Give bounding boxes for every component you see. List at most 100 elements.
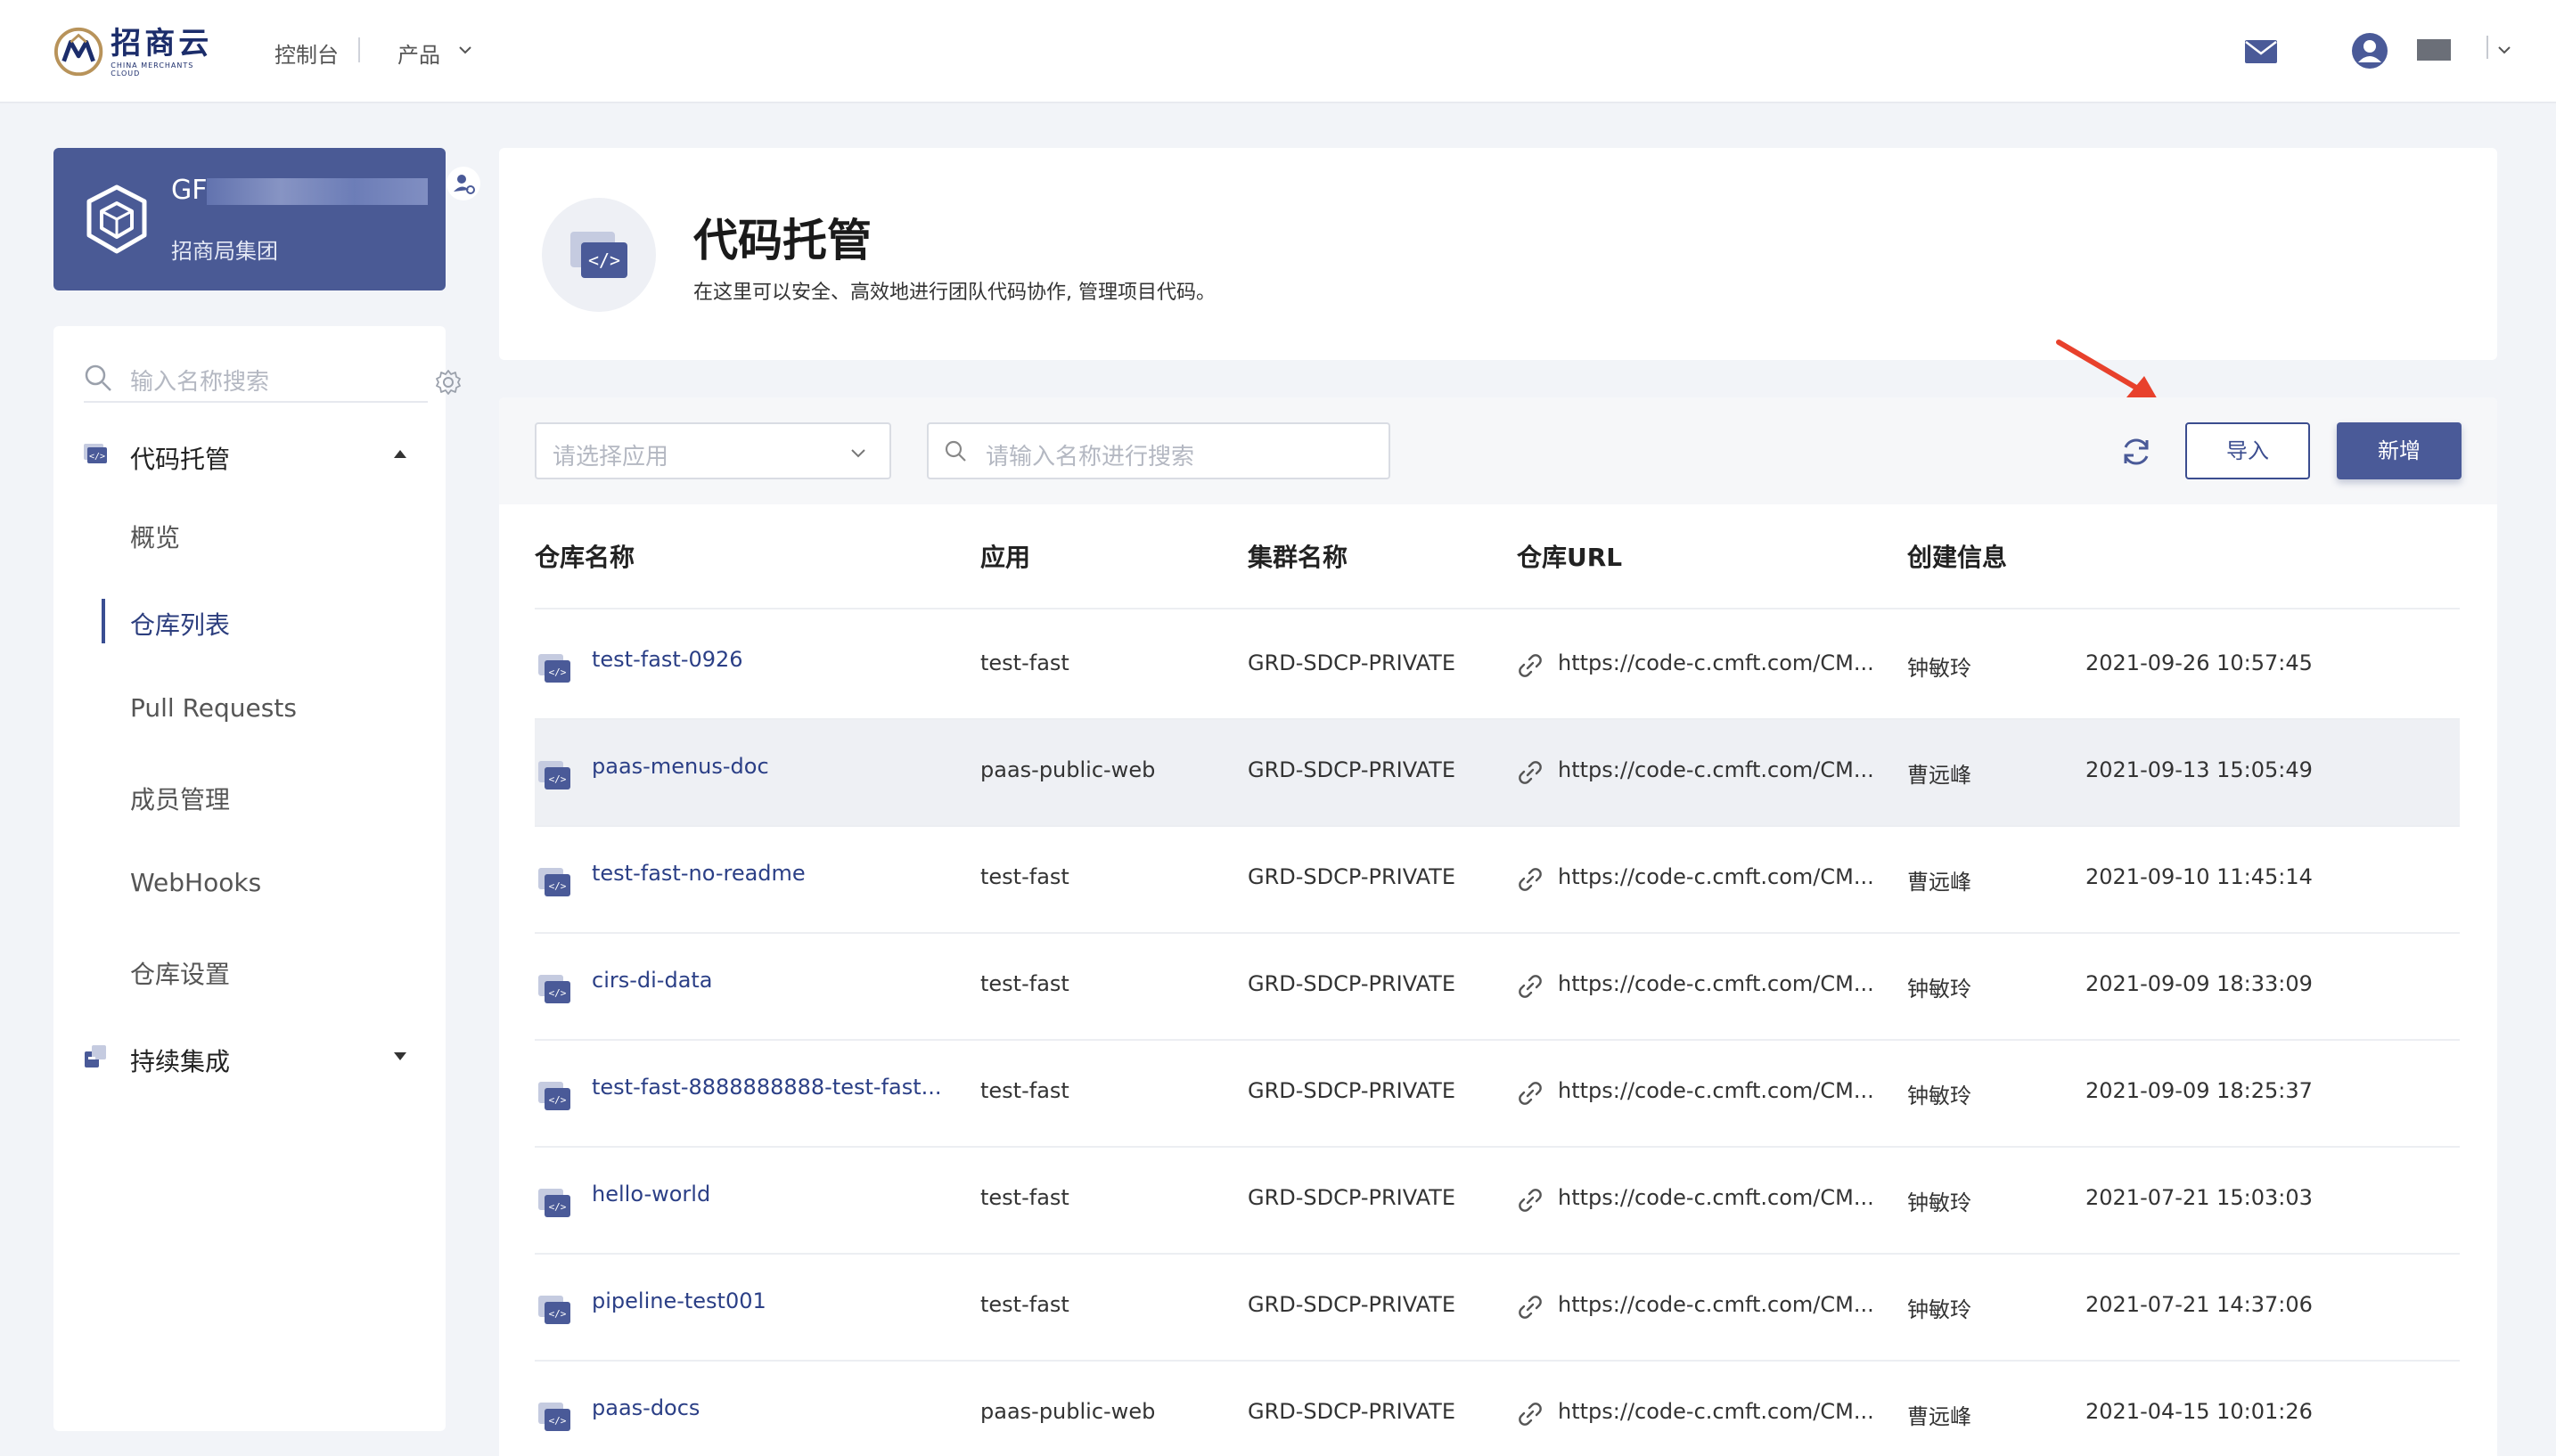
sidebar-item-overview[interactable]: 概览	[53, 506, 446, 561]
cell-creator: 钟敏玲	[1907, 1297, 1971, 1322]
repo-url-link[interactable]: https://code-c.cmft.com/CM...	[1558, 1399, 1874, 1424]
column-header-created: 创建信息	[1907, 543, 2008, 572]
cell-creator: 钟敏玲	[1907, 977, 1971, 1002]
sidebar-menu: 输入名称搜索 </> 代码托管 概览 仓库列表 Pull Requests 成员…	[53, 326, 461, 1431]
console-link[interactable]: 控制台	[274, 37, 339, 69]
org-name-redacted	[207, 178, 428, 205]
import-button[interactable]: 导入	[2185, 422, 2310, 479]
sidebar-group-label: 代码托管	[130, 445, 231, 474]
table-row[interactable]: </> hello-world test-fast GRD-SDCP-PRIVATE h…	[535, 1148, 2460, 1255]
refresh-icon[interactable]	[2119, 435, 2153, 469]
column-header-app: 应用	[980, 543, 1031, 572]
sidebar-search-placeholder: 输入名称搜索	[130, 369, 270, 396]
cell-app: test-fast	[980, 864, 1069, 889]
cube-icon	[86, 184, 147, 254]
repo-url-link[interactable]: https://code-c.cmft.com/CM...	[1558, 1292, 1874, 1317]
caret-up-icon	[394, 450, 406, 458]
cell-created-time: 2021-09-09 18:25:37	[2085, 1078, 2313, 1103]
filter-toolbar: 请选择应用 请输入名称进行搜索 导入 新增	[499, 397, 2497, 504]
page-icon-circle: </>	[542, 198, 656, 312]
table-row[interactable]: </> paas-docs paas-public-web GRD-SDCP-PRIV…	[535, 1362, 2460, 1456]
cell-created-time: 2021-09-10 11:45:14	[2085, 864, 2313, 889]
cell-app: test-fast	[980, 1185, 1069, 1210]
cell-cluster: GRD-SDCP-PRIVATE	[1248, 971, 1455, 996]
svg-text:</>: </>	[549, 773, 567, 785]
cell-cluster: GRD-SDCP-PRIVATE	[1248, 757, 1455, 782]
products-menu[interactable]: 产品	[397, 37, 440, 69]
table-row[interactable]: </> pipeline-test001 test-fast GRD-SDCP-PRI…	[535, 1255, 2460, 1362]
repo-list-panel: 请选择应用 请输入名称进行搜索 导入 新增 仓库名称 应用 集群名称 仓库URL…	[499, 397, 2497, 1456]
logo-subtext: CHINA MERCHANTS CLOUD	[111, 61, 194, 78]
cell-app: test-fast	[980, 1292, 1069, 1317]
cell-created-time: 2021-09-13 15:05:49	[2085, 757, 2313, 782]
repo-url-link[interactable]: https://code-c.cmft.com/CM...	[1558, 650, 1874, 675]
table-row[interactable]: </> test-fast-no-readme test-fast GRD-SDCP-…	[535, 827, 2460, 934]
search-icon	[945, 440, 966, 462]
repo-search-input[interactable]: 请输入名称进行搜索	[927, 422, 1390, 479]
page-description: 在这里可以安全、高效地进行团队代码协作, 管理项目代码。	[693, 282, 1216, 304]
sidebar-item-label: 仓库设置	[130, 960, 231, 989]
code-repo-icon: </>	[538, 654, 570, 683]
svg-text:</>: </>	[549, 987, 567, 999]
cell-cluster: GRD-SDCP-PRIVATE	[1248, 1292, 1455, 1317]
table-row[interactable]: </> paas-menus-doc paas-public-web GRD-SDCP…	[535, 720, 2460, 827]
sidebar-search[interactable]: 输入名称搜索	[84, 353, 461, 403]
sidebar-item-members[interactable]: 成员管理	[53, 768, 446, 823]
logo-text: 招商云	[111, 26, 213, 61]
sidebar-group-ci[interactable]: 持续集成	[53, 1030, 446, 1084]
sidebar-item-repo-list[interactable]: 仓库列表	[53, 593, 446, 649]
org-card[interactable]: GF 招商局集团	[53, 148, 480, 290]
repo-name-link[interactable]: paas-menus-doc	[592, 754, 769, 779]
page-title: 代码托管	[693, 215, 872, 266]
mail-icon[interactable]	[2244, 39, 2278, 64]
nav-divider	[358, 37, 360, 62]
sidebar-group-code-hosting[interactable]: </> 代码托管	[53, 428, 446, 481]
repo-url-link[interactable]: https://code-c.cmft.com/CM...	[1558, 757, 1874, 782]
repo-url-link[interactable]: https://code-c.cmft.com/CM...	[1558, 864, 1874, 889]
link-icon	[1519, 1189, 1542, 1212]
logo[interactable]: 招商云 CHINA MERCHANTS CLOUD	[53, 23, 223, 80]
user-avatar-icon[interactable]	[2351, 32, 2388, 70]
cell-cluster: GRD-SDCP-PRIVATE	[1248, 1399, 1455, 1424]
repo-name-link[interactable]: hello-world	[592, 1182, 710, 1207]
table-row[interactable]: </> test-fast-8888888888-test-fast... test…	[535, 1041, 2460, 1148]
add-button[interactable]: 新增	[2337, 422, 2462, 479]
cell-cluster: GRD-SDCP-PRIVATE	[1248, 1185, 1455, 1210]
repo-url-link[interactable]: https://code-c.cmft.com/CM...	[1558, 971, 1874, 996]
table-row[interactable]: </> test-fast-0926 test-fast GRD-SDCP-PRIVA…	[535, 613, 2460, 720]
username-redacted[interactable]	[2417, 39, 2451, 61]
cell-created-time: 2021-07-21 15:03:03	[2085, 1185, 2313, 1210]
app-select[interactable]: 请选择应用	[535, 422, 891, 479]
gear-icon[interactable]	[435, 369, 462, 396]
repo-url-link[interactable]: https://code-c.cmft.com/CM...	[1558, 1078, 1874, 1103]
chevron-down-icon[interactable]	[456, 41, 474, 59]
code-repo-icon: </>	[538, 975, 570, 1003]
repo-name-link[interactable]: test-fast-0926	[592, 647, 743, 672]
ci-icon	[85, 1045, 106, 1067]
repo-url-link[interactable]: https://code-c.cmft.com/CM...	[1558, 1185, 1874, 1210]
repo-name-link[interactable]: test-fast-no-readme	[592, 861, 806, 886]
svg-text:</>: </>	[549, 667, 567, 678]
column-header-repo-url: 仓库URL	[1517, 543, 1623, 572]
annotation-arrow-icon	[2056, 339, 2159, 401]
repo-name-link[interactable]: test-fast-8888888888-test-fast...	[592, 1075, 942, 1100]
sidebar-item-pull-requests[interactable]: Pull Requests	[53, 681, 446, 736]
sidebar-item-label: 仓库列表	[130, 610, 231, 640]
repo-name-link[interactable]: paas-docs	[592, 1395, 700, 1420]
repo-search-placeholder: 请输入名称进行搜索	[986, 444, 1195, 470]
cell-app: test-fast	[980, 971, 1069, 996]
sidebar-item-repo-settings[interactable]: 仓库设置	[53, 943, 446, 998]
code-repo-icon: </>	[538, 1082, 570, 1110]
sidebar-group-label: 持续集成	[130, 1047, 231, 1076]
chevron-down-icon[interactable]	[2495, 41, 2513, 59]
column-header-cluster: 集群名称	[1248, 543, 1348, 572]
repo-name-link[interactable]: cirs-di-data	[592, 968, 713, 993]
cell-app: test-fast	[980, 650, 1069, 675]
repo-name-link[interactable]: pipeline-test001	[592, 1288, 766, 1313]
table-row[interactable]: </> cirs-di-data test-fast GRD-SDCP-PRIVATE…	[535, 934, 2460, 1041]
cell-creator: 曹远峰	[1907, 763, 1971, 788]
user-settings-icon[interactable]	[446, 166, 481, 201]
cell-app: paas-public-web	[980, 1399, 1156, 1424]
sidebar-item-webhooks[interactable]: WebHooks	[53, 855, 446, 911]
svg-text:</>: </>	[549, 1308, 567, 1320]
